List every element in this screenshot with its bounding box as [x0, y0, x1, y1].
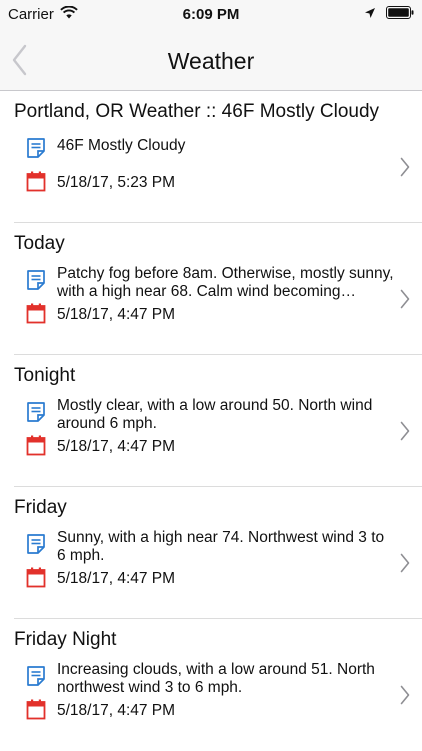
chevron-right-icon	[400, 553, 410, 573]
forecast-text: 46F Mostly Cloudy	[57, 137, 186, 154]
battery-icon	[386, 6, 414, 23]
calendar-icon	[26, 303, 46, 324]
forecast-date: 5/18/17, 4:47 PM	[57, 702, 176, 719]
forecast-section: Friday Night Increasing clouds, with a l…	[0, 619, 422, 751]
calendar-icon	[26, 435, 46, 456]
section-title: Friday	[14, 497, 67, 518]
calendar-icon	[26, 699, 46, 720]
forecast-date: 5/18/17, 4:47 PM	[57, 306, 176, 323]
navigation-bar: Weather	[0, 30, 422, 91]
chevron-right-icon	[400, 421, 410, 441]
forecast-row[interactable]: Mostly clear, with a low around 50. Nort…	[0, 395, 422, 481]
forecast-row[interactable]: 46F Mostly Cloudy 5/18/17, 5:23 PM	[0, 131, 422, 217]
forecast-row[interactable]: Patchy fog before 8am. Otherwise, mostly…	[0, 263, 422, 349]
status-time: 6:09 PM	[182, 6, 240, 23]
forecast-text: Mostly clear, with a low around 50. Nort…	[57, 397, 373, 432]
chevron-right-icon	[400, 157, 410, 177]
forecast-section: Portland, OR Weather :: 46F Mostly Cloud…	[0, 91, 422, 223]
document-icon	[27, 666, 45, 686]
calendar-icon	[26, 171, 46, 192]
section-title: Friday Night	[14, 629, 117, 650]
document-icon	[27, 138, 45, 158]
document-icon	[27, 270, 45, 290]
document-icon	[27, 402, 45, 422]
section-title: Portland, OR Weather :: 46F Mostly Cloud…	[14, 101, 380, 122]
forecast-section: Tonight Mostly clear, with a low around …	[0, 355, 422, 487]
calendar-icon	[26, 567, 46, 588]
forecast-list: Portland, OR Weather :: 46F Mostly Cloud…	[0, 91, 422, 751]
forecast-row[interactable]: Sunny, with a high near 74. Northwest wi…	[0, 527, 422, 613]
forecast-section: Friday Sunny, with a high near 74. North…	[0, 487, 422, 619]
chevron-right-icon	[400, 289, 410, 309]
location-arrow-icon	[364, 6, 376, 23]
forecast-date: 5/18/17, 4:47 PM	[57, 570, 176, 587]
page-title: Weather	[167, 48, 255, 74]
forecast-text: Patchy fog before 8am. Otherwise, mostly…	[57, 265, 394, 300]
document-icon	[27, 534, 45, 554]
status-bar: Carrier 6:09 PM	[0, 0, 422, 30]
forecast-section: Today Patchy fog before 8am. Otherwise, …	[0, 223, 422, 355]
forecast-date: 5/18/17, 4:47 PM	[57, 438, 176, 455]
forecast-text: Increasing clouds, with a low around 51.…	[57, 661, 375, 696]
forecast-text: Sunny, with a high near 74. Northwest wi…	[57, 529, 385, 564]
forecast-date: 5/18/17, 5:23 PM	[57, 174, 176, 191]
forecast-row[interactable]: Increasing clouds, with a low around 51.…	[0, 659, 422, 745]
section-title: Today	[14, 233, 65, 254]
section-title: Tonight	[14, 365, 76, 386]
chevron-right-icon	[400, 685, 410, 705]
